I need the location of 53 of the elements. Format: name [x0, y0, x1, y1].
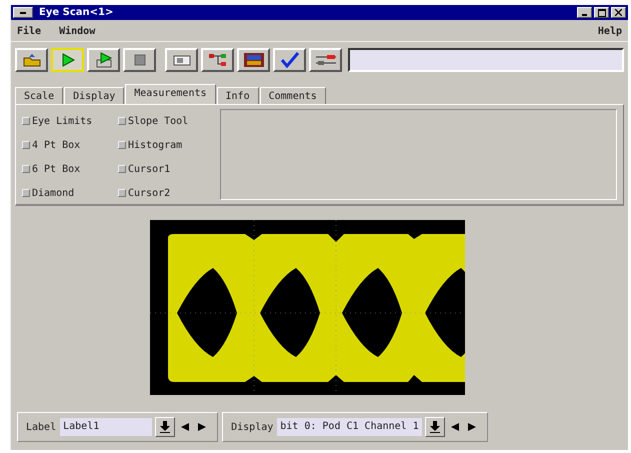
- checkbox-label: Cursor1: [128, 164, 170, 174]
- checkbox[interactable]: [118, 141, 126, 149]
- marker-button[interactable]: [237, 48, 270, 72]
- checkbox-label: Diamond: [32, 188, 74, 198]
- slider-icon: [314, 52, 338, 68]
- checkbox[interactable]: [22, 117, 30, 125]
- menu-item[interactable]: File: [17, 26, 42, 37]
- dropdown-button[interactable]: [424, 417, 445, 437]
- menu-item[interactable]: Help: [598, 26, 622, 37]
- checkbox-label: 6 Pt Box: [32, 164, 80, 174]
- minimize-button[interactable]: [577, 7, 592, 18]
- tab[interactable]: Comments: [260, 87, 326, 104]
- checkbox[interactable]: [22, 165, 30, 173]
- tab[interactable]: Scale: [15, 87, 64, 104]
- left-arrow-icon: [450, 423, 459, 431]
- label-field[interactable]: Label1: [60, 418, 152, 436]
- network-button[interactable]: [201, 48, 234, 72]
- monitor-button[interactable]: [165, 48, 198, 72]
- tab[interactable]: Measurements: [125, 84, 216, 104]
- checkbox[interactable]: [22, 141, 30, 149]
- maximize-button[interactable]: [594, 7, 609, 18]
- label-caption: Label: [26, 422, 56, 432]
- down-arrow-icon: [160, 421, 170, 433]
- right-arrow-icon: [468, 423, 476, 431]
- right-arrow-icon: [198, 423, 206, 431]
- play-step-button[interactable]: [87, 48, 120, 72]
- checkbox-label: Eye Limits: [32, 116, 92, 126]
- checkbox-label: 4 Pt Box: [32, 140, 80, 150]
- checkbox-label: Histogram: [128, 140, 182, 150]
- stop-button[interactable]: [123, 48, 156, 72]
- checkbox[interactable]: [118, 189, 126, 197]
- checkbox-label: Cursor2: [128, 188, 170, 198]
- checkmark-button[interactable]: [273, 48, 306, 72]
- display-field[interactable]: bit 0: Pod C1 Channel 1: [277, 418, 422, 436]
- close-button[interactable]: [611, 7, 626, 18]
- slider-button[interactable]: [309, 48, 342, 72]
- display-caption: Display: [231, 422, 274, 432]
- down-arrow-icon: [430, 421, 440, 433]
- window-menu-button[interactable]: [13, 7, 33, 18]
- tab[interactable]: Display: [64, 87, 124, 104]
- play-button[interactable]: [51, 48, 84, 72]
- open-folder-button[interactable]: [15, 48, 48, 72]
- left-arrow-icon: [181, 423, 190, 431]
- tab[interactable]: Info: [216, 87, 259, 104]
- checkbox[interactable]: [118, 117, 126, 125]
- close-icon: [615, 9, 622, 16]
- checkbox[interactable]: [22, 189, 30, 197]
- dropdown-button[interactable]: [155, 417, 176, 437]
- checkbox[interactable]: [118, 165, 126, 173]
- checkbox-label: Slope Tool: [128, 116, 188, 126]
- window-title: Eye Scan<1>: [39, 7, 114, 18]
- marker-icon: [242, 52, 266, 68]
- menu-item[interactable]: Window: [59, 26, 96, 37]
